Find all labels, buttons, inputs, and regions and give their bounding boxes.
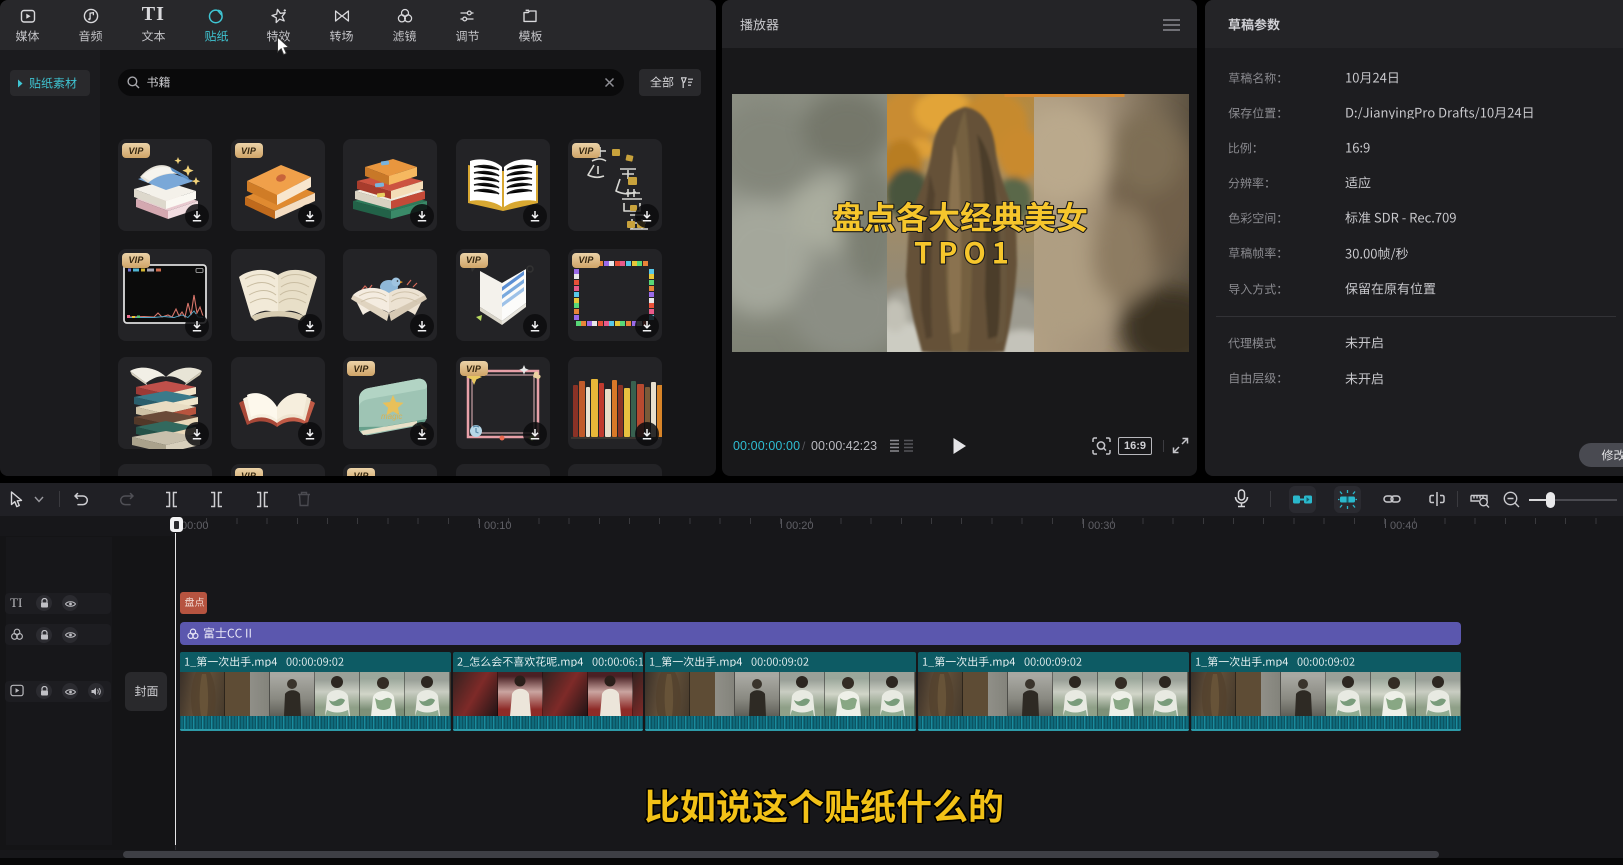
svg-text:magic: magic — [381, 412, 402, 421]
